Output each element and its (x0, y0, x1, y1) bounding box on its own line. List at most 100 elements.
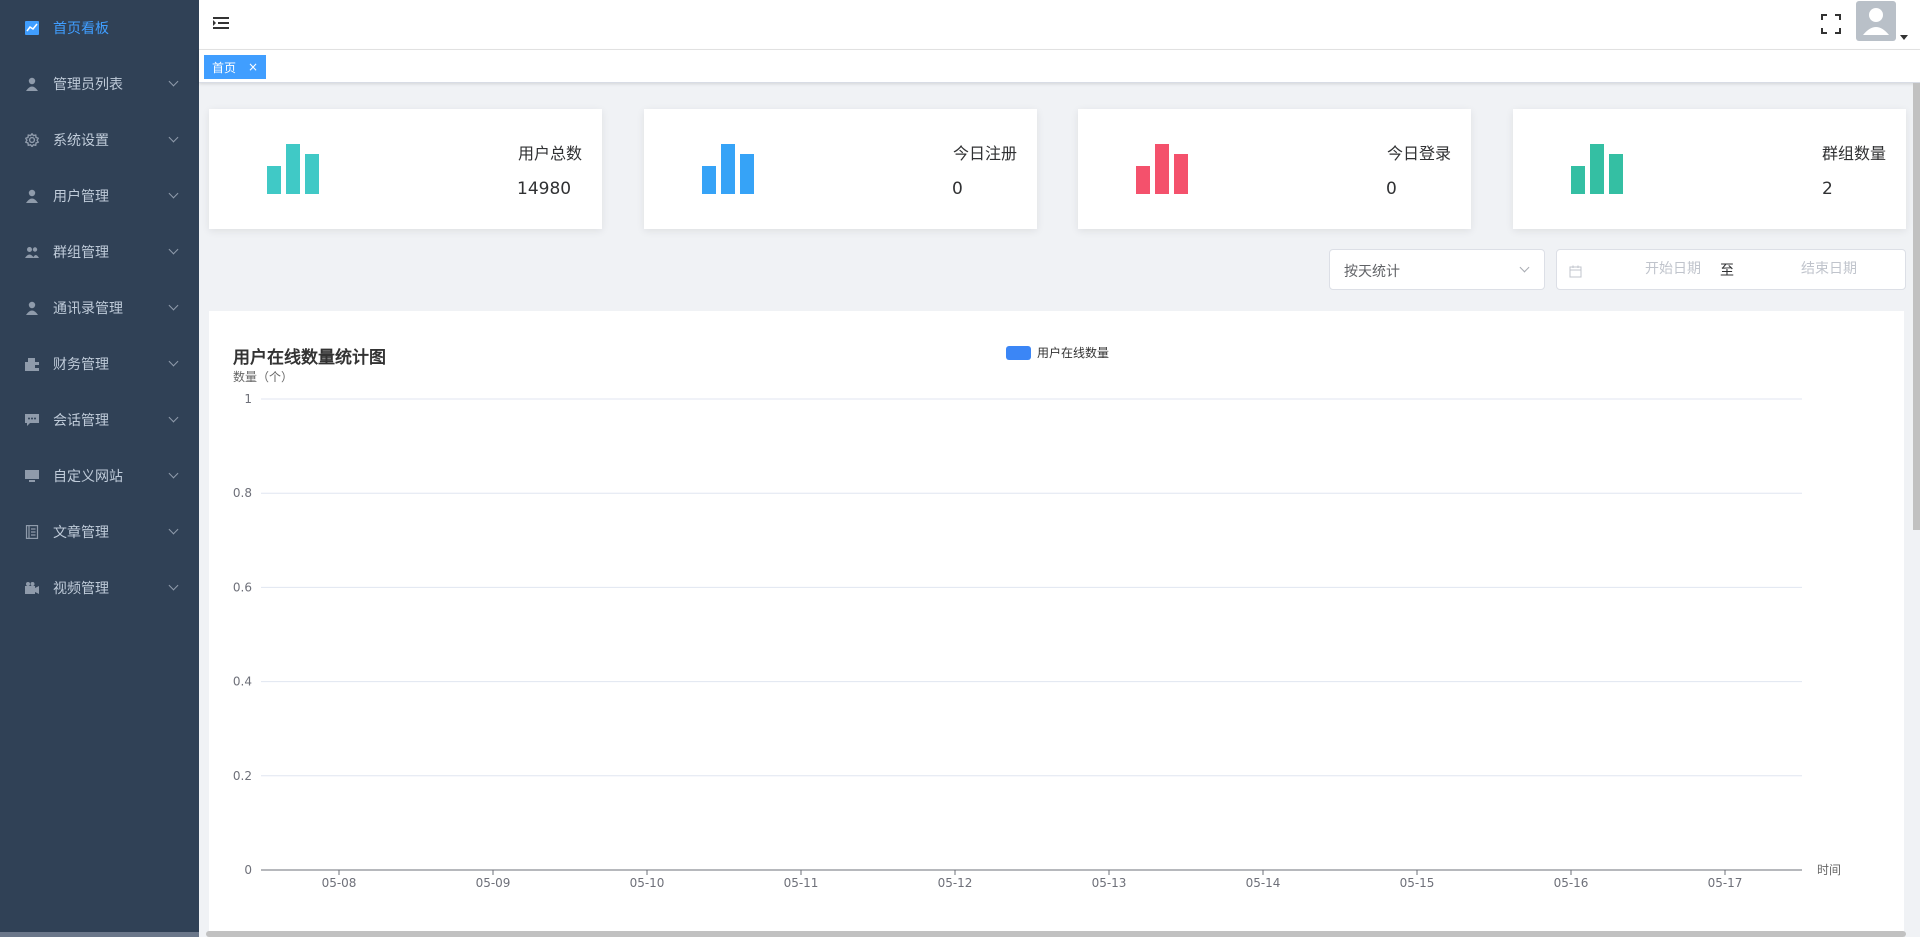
chevron-down-icon (168, 76, 179, 87)
legend-swatch (1006, 346, 1031, 360)
hamburger-icon[interactable] (213, 15, 230, 31)
y-tick-label: 0.6 (233, 580, 252, 594)
vertical-scrollbar[interactable] (1913, 83, 1920, 530)
calendar-icon (1569, 263, 1582, 278)
y-tick-label: 1 (244, 392, 252, 406)
date-separator: 至 (1720, 263, 1734, 279)
avatar[interactable] (1856, 1, 1896, 41)
stat-card-title: 今日登录 (1386, 144, 1451, 163)
sidebar-item[interactable]: 通讯录管理 (0, 280, 199, 336)
sidebar-item[interactable]: 视频管理 (0, 560, 199, 616)
group-icon (25, 245, 39, 259)
y-tick-label: 0.8 (233, 486, 252, 500)
navbar (199, 0, 1920, 50)
legend-label: 用户在线数量 (1037, 345, 1109, 360)
sidebar-item-label: 用户管理 (53, 189, 109, 205)
video-icon (25, 581, 39, 595)
document-icon (25, 525, 39, 539)
sidebar-item[interactable]: 首页看板 (0, 0, 199, 56)
bar-chart-icon (1571, 144, 1623, 194)
chevron-down-icon (168, 524, 179, 535)
chevron-down-icon (168, 244, 179, 255)
sidebar-item-label: 管理员列表 (53, 77, 123, 93)
bar-chart-icon (267, 144, 319, 194)
chevron-down-icon (168, 468, 179, 479)
chevron-down-icon (168, 580, 179, 591)
stat-card-value: 0 (1386, 179, 1397, 199)
stat-card[interactable]: 群组数量 2 (1513, 109, 1906, 229)
sidebar-item-label: 自定义网站 (53, 469, 123, 485)
online-users-chart: 0 0.2 0.4 0.6 0.8 1 05-08 05-09 05-10 05-11 05-12 0… (233, 345, 1841, 890)
start-date-input[interactable] (1623, 261, 1723, 277)
chevron-down-icon (168, 132, 179, 143)
sidebar-item[interactable]: 用户管理 (0, 168, 199, 224)
chevron-down-icon (168, 300, 179, 311)
tag-label: 首页 (212, 60, 237, 75)
chevron-down-icon (1519, 262, 1530, 273)
sidebar-item-label: 财务管理 (53, 357, 109, 373)
user-icon (25, 189, 39, 203)
end-date-input[interactable] (1779, 261, 1879, 277)
chevron-down-icon (168, 356, 179, 367)
tags-view: 首页 × (199, 50, 1920, 83)
stat-card-title: 今日注册 (952, 144, 1017, 163)
x-tick-label: 05-17 (1708, 876, 1743, 890)
sidebar-item-label: 视频管理 (53, 581, 109, 597)
fullscreen-icon[interactable] (1821, 14, 1841, 34)
sidebar-item-label: 首页看板 (53, 21, 109, 37)
chevron-down-icon (168, 188, 179, 199)
x-tick-label: 05-12 (938, 876, 973, 890)
y-tick-label: 0.2 (233, 769, 252, 783)
horizontal-scrollbar[interactable] (206, 931, 1906, 937)
x-tick-label: 05-08 (322, 876, 357, 890)
sidebar-item[interactable]: 文章管理 (0, 504, 199, 560)
stat-card[interactable]: 用户总数 14980 (209, 109, 602, 229)
sidebar-item[interactable]: 会话管理 (0, 392, 199, 448)
stat-card[interactable]: 今日注册 0 (644, 109, 1037, 229)
sidebar: 首页看板管理员列表系统设置用户管理群组管理通讯录管理财务管理会话管理自定义网站文… (0, 0, 199, 937)
stat-mode-value: 按天统计 (1344, 264, 1400, 280)
stat-mode-select[interactable]: 按天统计 (1329, 249, 1545, 290)
x-tick-label: 05-16 (1554, 876, 1589, 890)
sidebar-item[interactable]: 群组管理 (0, 224, 199, 280)
stat-card-value: 0 (952, 179, 963, 199)
tag-home[interactable]: 首页 × (204, 55, 267, 79)
sidebar-item[interactable]: 财务管理 (0, 336, 199, 392)
sidebar-item-label: 文章管理 (53, 525, 109, 541)
chat-icon (25, 413, 39, 427)
stat-card[interactable]: 今日登录 0 (1078, 109, 1471, 229)
bar-chart-icon (1136, 144, 1188, 194)
sidebar-item[interactable]: 系统设置 (0, 112, 199, 168)
stat-card-title: 用户总数 (517, 144, 582, 163)
stat-card-title: 群组数量 (1821, 144, 1886, 163)
sidebar-item-label: 会话管理 (53, 413, 109, 429)
caret-down-icon[interactable] (1900, 35, 1908, 40)
y-tick-label: 0.4 (233, 675, 252, 689)
stat-card-value: 14980 (517, 179, 572, 199)
chevron-down-icon (168, 412, 179, 423)
y-tick-label: 0 (244, 863, 252, 877)
wallet-icon (25, 357, 39, 371)
gear-icon (25, 133, 39, 147)
sidebar-item-label: 通讯录管理 (53, 301, 123, 317)
x-axis-label: 时间 (1817, 863, 1841, 877)
y-axis-label: 数量（个） (233, 369, 293, 384)
sidebar-item[interactable]: 管理员列表 (0, 56, 199, 112)
x-tick-label: 05-10 (630, 876, 665, 890)
sidebar-scrollbar[interactable] (0, 932, 199, 937)
user-icon (25, 77, 39, 91)
x-tick-label: 05-13 (1092, 876, 1127, 890)
user-icon (25, 301, 39, 315)
sidebar-item-label: 系统设置 (53, 133, 109, 149)
chart-icon (25, 21, 39, 35)
x-tick-label: 05-11 (784, 876, 819, 890)
x-tick-label: 05-14 (1246, 876, 1281, 890)
chart-panel: 用户在线数量统计图 0 0.2 0.4 0.6 0.8 1 05-08 05-09 05-10 0… (209, 311, 1904, 937)
stat-card-value: 2 (1822, 179, 1833, 199)
x-tick-label: 05-15 (1400, 876, 1435, 890)
sidebar-item-label: 群组管理 (53, 245, 109, 261)
sidebar-item[interactable]: 自定义网站 (0, 448, 199, 504)
close-icon[interactable]: × (248, 61, 258, 73)
date-range-picker[interactable]: 至 (1556, 249, 1906, 290)
monitor-icon (25, 469, 39, 483)
